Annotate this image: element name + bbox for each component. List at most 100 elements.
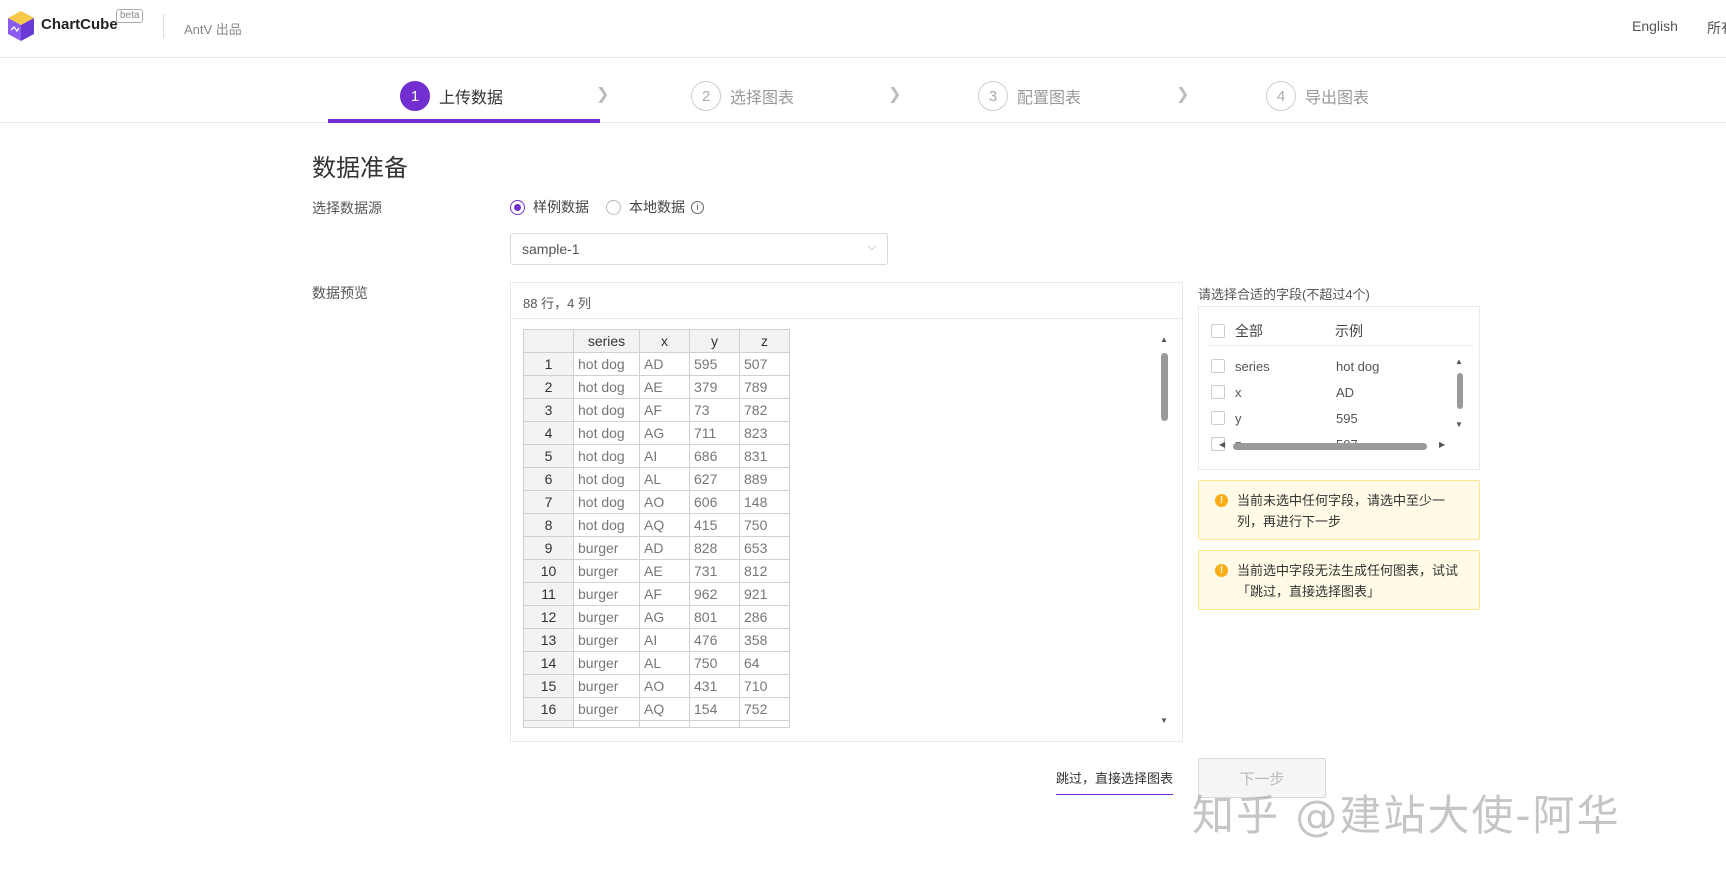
grid-cell[interactable]: AD — [639, 352, 690, 376]
grid-cell[interactable]: 750 — [689, 651, 740, 675]
grid-row-number[interactable]: 15 — [523, 674, 574, 698]
field-row-x[interactable]: x AD — [1211, 379, 1379, 405]
scroll-down-icon[interactable]: ▼ — [1160, 716, 1168, 725]
grid-cell[interactable]: 64 — [739, 651, 790, 675]
grid-cell[interactable]: 889 — [739, 467, 790, 491]
scroll-left-icon[interactable]: ◀ — [1219, 440, 1225, 449]
scroll-right-icon[interactable]: ▶ — [1439, 440, 1445, 449]
select-all-checkbox[interactable] — [1211, 324, 1225, 338]
field-scrollbar-thumb[interactable] — [1457, 373, 1463, 409]
grid-col-header[interactable]: x — [639, 329, 690, 353]
grid-cell[interactable]: 148 — [739, 490, 790, 514]
grid-cell[interactable]: 507 — [739, 352, 790, 376]
grid-col-header[interactable]: y — [689, 329, 740, 353]
grid-row-number[interactable]: 8 — [523, 513, 574, 537]
grid-row-number[interactable]: 6 — [523, 467, 574, 491]
grid-cell[interactable]: 606 — [689, 490, 740, 514]
grid-cell[interactable]: 286 — [739, 605, 790, 629]
grid-row-number[interactable]: 4 — [523, 421, 574, 445]
grid-cell[interactable]: 731 — [689, 559, 740, 583]
scrollbar-thumb[interactable] — [1161, 353, 1168, 421]
grid-cell[interactable]: burger — [573, 697, 640, 721]
radio-local-data[interactable] — [606, 199, 621, 215]
grid-cell[interactable]: 154 — [689, 697, 740, 721]
grid-cell[interactable]: hot dog — [573, 375, 640, 399]
grid-cell[interactable]: 828 — [689, 536, 740, 560]
scroll-down-icon[interactable]: ▼ — [1455, 420, 1463, 429]
grid-cell[interactable]: hot dog — [573, 352, 640, 376]
field-row-series[interactable]: series hot dog — [1211, 353, 1379, 379]
sample-dataset-select[interactable]: sample-1 ⌵ — [510, 233, 888, 265]
grid-cell[interactable]: 801 — [689, 605, 740, 629]
grid-cell[interactable]: 752 — [739, 697, 790, 721]
field-hscrollbar-thumb[interactable] — [1233, 443, 1427, 450]
grid-cell[interactable]: AD — [639, 536, 690, 560]
grid-row-number[interactable]: 14 — [523, 651, 574, 675]
grid-row-number[interactable]: 2 — [523, 375, 574, 399]
grid-cell[interactable]: 789 — [739, 375, 790, 399]
grid-cell[interactable]: burger — [573, 582, 640, 606]
scroll-up-icon[interactable]: ▲ — [1455, 357, 1463, 366]
grid-cell[interactable]: hot dog — [573, 444, 640, 468]
grid-row-number[interactable]: 5 — [523, 444, 574, 468]
grid-cell[interactable]: hot dog — [573, 490, 640, 514]
grid-cell[interactable]: 921 — [739, 582, 790, 606]
grid-row-number[interactable]: 9 — [523, 536, 574, 560]
grid-cell[interactable]: 686 — [689, 444, 740, 468]
grid-cell[interactable]: burger — [573, 605, 640, 629]
grid-cell[interactable]: 831 — [739, 444, 790, 468]
step-upload-data[interactable]: 1 上传数据 — [400, 80, 503, 112]
grid-cell[interactable]: hot dog — [573, 421, 640, 445]
data-grid[interactable]: series x y z 1 hot dog AD 595 507 2 hot dog AE 3… — [523, 329, 790, 728]
grid-row-number[interactable]: 11 — [523, 582, 574, 606]
grid-cell[interactable]: AG — [639, 421, 690, 445]
grid-cell[interactable]: 379 — [689, 375, 740, 399]
grid-cell[interactable]: 812 — [739, 559, 790, 583]
grid-cell[interactable]: burger — [573, 628, 640, 652]
grid-cell[interactable]: AI — [639, 444, 690, 468]
step-config-chart[interactable]: 3 配置图表 — [978, 80, 1081, 112]
grid-cell[interactable]: AQ — [639, 513, 690, 537]
grid-row-number[interactable]: 7 — [523, 490, 574, 514]
grid-row-number[interactable]: 16 — [523, 697, 574, 721]
grid-cell[interactable]: AO — [639, 490, 690, 514]
grid-cell[interactable]: AE — [639, 559, 690, 583]
field-checkbox[interactable] — [1211, 385, 1225, 399]
step-export-chart[interactable]: 4 导出图表 — [1266, 80, 1369, 112]
select-all-label[interactable]: 全部 — [1235, 321, 1335, 341]
grid-col-header[interactable]: series — [573, 329, 640, 353]
grid-cell[interactable]: 595 — [689, 352, 740, 376]
preview-scrollbar[interactable]: ▲ ▼ — [1159, 335, 1169, 725]
grid-cell[interactable]: burger — [573, 674, 640, 698]
grid-cell[interactable]: hot dog — [573, 467, 640, 491]
header-link-cut[interactable]: 所有 — [1707, 18, 1726, 38]
field-row-y[interactable]: y 595 — [1211, 405, 1379, 431]
grid-cell[interactable]: burger — [573, 651, 640, 675]
grid-cell[interactable]: AL — [639, 467, 690, 491]
grid-cell[interactable]: burger — [573, 536, 640, 560]
grid-cell[interactable]: 823 — [739, 421, 790, 445]
grid-row-number[interactable]: 10 — [523, 559, 574, 583]
radio-local-data-label[interactable]: 本地数据 — [629, 197, 685, 217]
grid-cell[interactable]: 627 — [689, 467, 740, 491]
grid-cell[interactable]: 653 — [739, 536, 790, 560]
brand-name[interactable]: ChartCube — [41, 16, 118, 33]
grid-cell[interactable]: 782 — [739, 398, 790, 422]
skip-to-select-chart-link[interactable]: 跳过，直接选择图表 — [1056, 768, 1174, 795]
grid-cell[interactable]: 431 — [689, 674, 740, 698]
grid-row-number[interactable]: 13 — [523, 628, 574, 652]
step-select-chart[interactable]: 2 选择图表 — [691, 80, 794, 112]
grid-cell[interactable]: AF — [639, 398, 690, 422]
field-checkbox[interactable] — [1211, 359, 1225, 373]
grid-cell[interactable]: AQ — [639, 697, 690, 721]
info-icon[interactable]: i — [691, 200, 704, 214]
grid-cell[interactable]: 711 — [689, 421, 740, 445]
grid-cell[interactable]: 476 — [689, 628, 740, 652]
antv-credit[interactable]: AntV 出品 — [184, 19, 242, 38]
grid-cell[interactable]: AL — [639, 651, 690, 675]
grid-cell[interactable]: hot dog — [573, 513, 640, 537]
grid-cell[interactable]: hot dog — [573, 398, 640, 422]
grid-cell[interactable]: 962 — [689, 582, 740, 606]
radio-sample-data[interactable] — [510, 199, 525, 215]
grid-row-number[interactable]: 12 — [523, 605, 574, 629]
